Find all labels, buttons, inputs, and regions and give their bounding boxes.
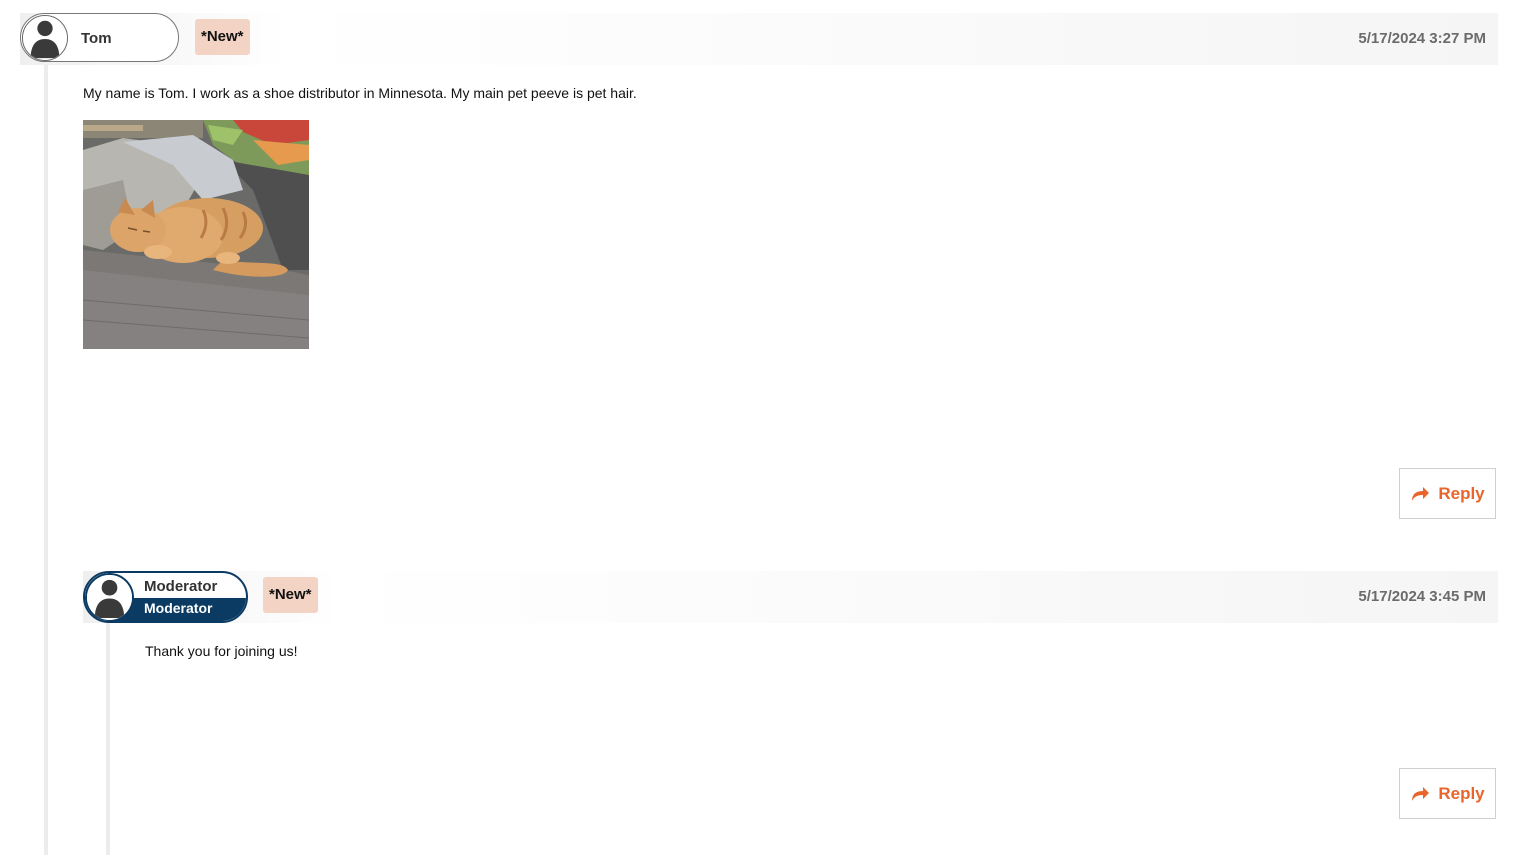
reply-arrow-icon (1410, 786, 1430, 802)
cat-photo-icon (83, 120, 309, 349)
post-header: Moderator Moderator *New* 5/17/2024 3:45… (83, 571, 1498, 623)
author-name[interactable]: Moderator (144, 578, 217, 595)
user-silhouette-icon (87, 575, 132, 620)
author-pill[interactable]: Tom (20, 13, 179, 62)
post-body-text: Thank you for joining us! (145, 643, 298, 659)
new-badge: *New* (263, 577, 318, 613)
reply-button-label: Reply (1438, 783, 1485, 803)
post-header: Tom *New* 5/17/2024 3:27 PM (20, 13, 1498, 65)
avatar[interactable] (22, 15, 68, 61)
reply-thread-rail (106, 622, 110, 855)
post-attachment-image[interactable] (83, 120, 309, 349)
author-pill[interactable]: Moderator Moderator (83, 571, 248, 623)
reply-button[interactable]: Reply (1399, 468, 1496, 519)
reply-arrow-icon (1410, 486, 1430, 502)
avatar[interactable] (85, 573, 134, 621)
reply-button[interactable]: Reply (1399, 768, 1496, 819)
thread-rail (44, 64, 48, 855)
new-badge: *New* (195, 19, 250, 55)
user-silhouette-icon (23, 16, 67, 60)
author-name[interactable]: Tom (81, 30, 112, 47)
post-timestamp: 5/17/2024 3:45 PM (1358, 588, 1486, 605)
post-timestamp: 5/17/2024 3:27 PM (1358, 30, 1486, 47)
author-role-label: Moderator (144, 600, 213, 616)
post-body-text: My name is Tom. I work as a shoe distrib… (83, 85, 637, 101)
reply-button-label: Reply (1438, 483, 1485, 503)
